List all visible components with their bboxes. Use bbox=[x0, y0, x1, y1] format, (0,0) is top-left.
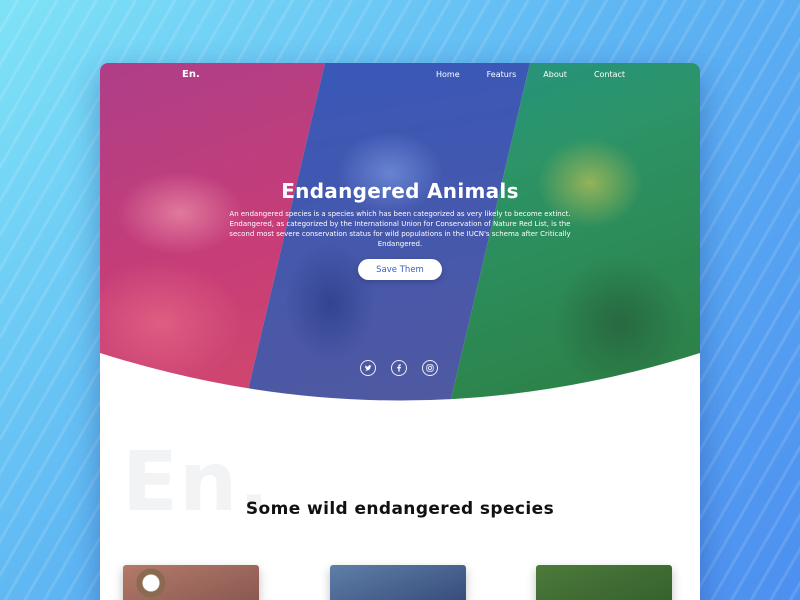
eagle-card[interactable] bbox=[123, 565, 259, 600]
green-animal-card[interactable] bbox=[536, 565, 672, 600]
website-mockup: En. Home Featurs About Contact Endangere… bbox=[100, 63, 700, 600]
nav-about[interactable]: About bbox=[543, 70, 567, 79]
hero-section: En. Home Featurs About Contact Endangere… bbox=[100, 63, 700, 403]
instagram-icon[interactable] bbox=[422, 360, 438, 376]
nav-contact[interactable]: Contact bbox=[594, 70, 625, 79]
facebook-icon[interactable] bbox=[391, 360, 407, 376]
nav-home[interactable]: Home bbox=[436, 70, 460, 79]
hero-description: An endangered species is a species which… bbox=[229, 210, 571, 248]
nav-features[interactable]: Featurs bbox=[487, 70, 517, 79]
main-nav: Home Featurs About Contact bbox=[436, 70, 652, 79]
blue-bird-card[interactable] bbox=[330, 565, 466, 600]
species-section-title: Some wild endangered species bbox=[245, 499, 555, 519]
twitter-icon[interactable] bbox=[360, 360, 376, 376]
hero-title: Endangered Animals bbox=[281, 179, 519, 203]
social-links bbox=[360, 360, 438, 376]
site-logo[interactable]: En. bbox=[182, 69, 200, 80]
save-them-button[interactable]: Save Them bbox=[358, 259, 442, 280]
